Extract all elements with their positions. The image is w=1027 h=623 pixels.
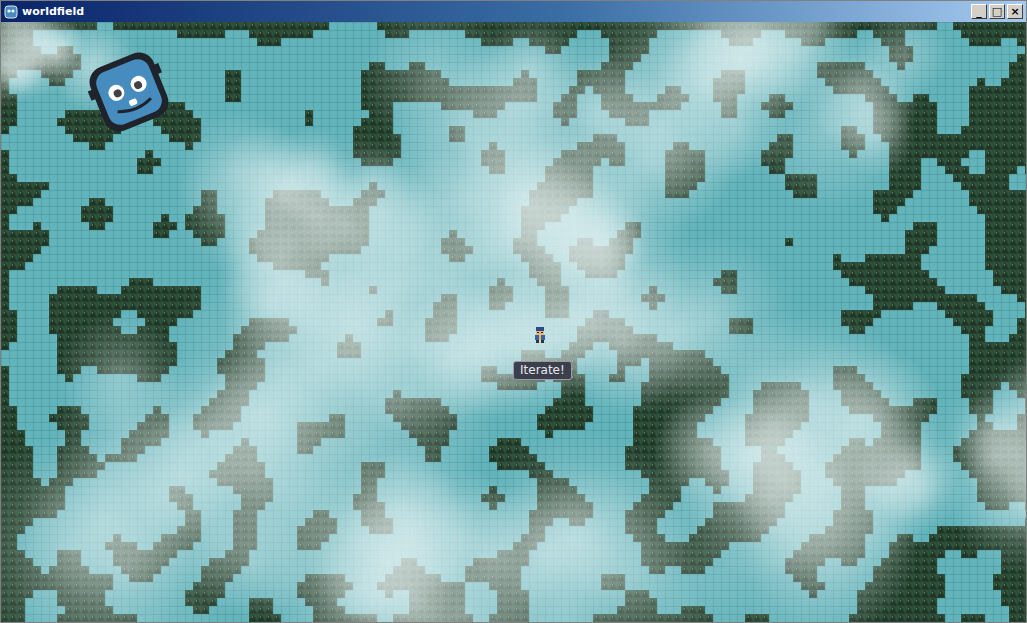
minimize-button[interactable]: _	[971, 4, 987, 19]
window-controls: _□×	[971, 4, 1023, 19]
godot-app-icon	[4, 5, 18, 19]
game-window: worldfield _□× Iterate!	[0, 0, 1027, 623]
player-character-icon[interactable]	[532, 326, 548, 344]
game-view[interactable]: Iterate!	[1, 22, 1026, 622]
title-bar[interactable]: worldfield _□×	[1, 1, 1026, 22]
close-button[interactable]: ×	[1007, 4, 1023, 19]
window-title: worldfield	[22, 5, 967, 18]
tooltip: Iterate!	[513, 361, 572, 380]
maximize-button[interactable]: □	[989, 4, 1005, 19]
godot-logo-icon	[83, 46, 175, 138]
